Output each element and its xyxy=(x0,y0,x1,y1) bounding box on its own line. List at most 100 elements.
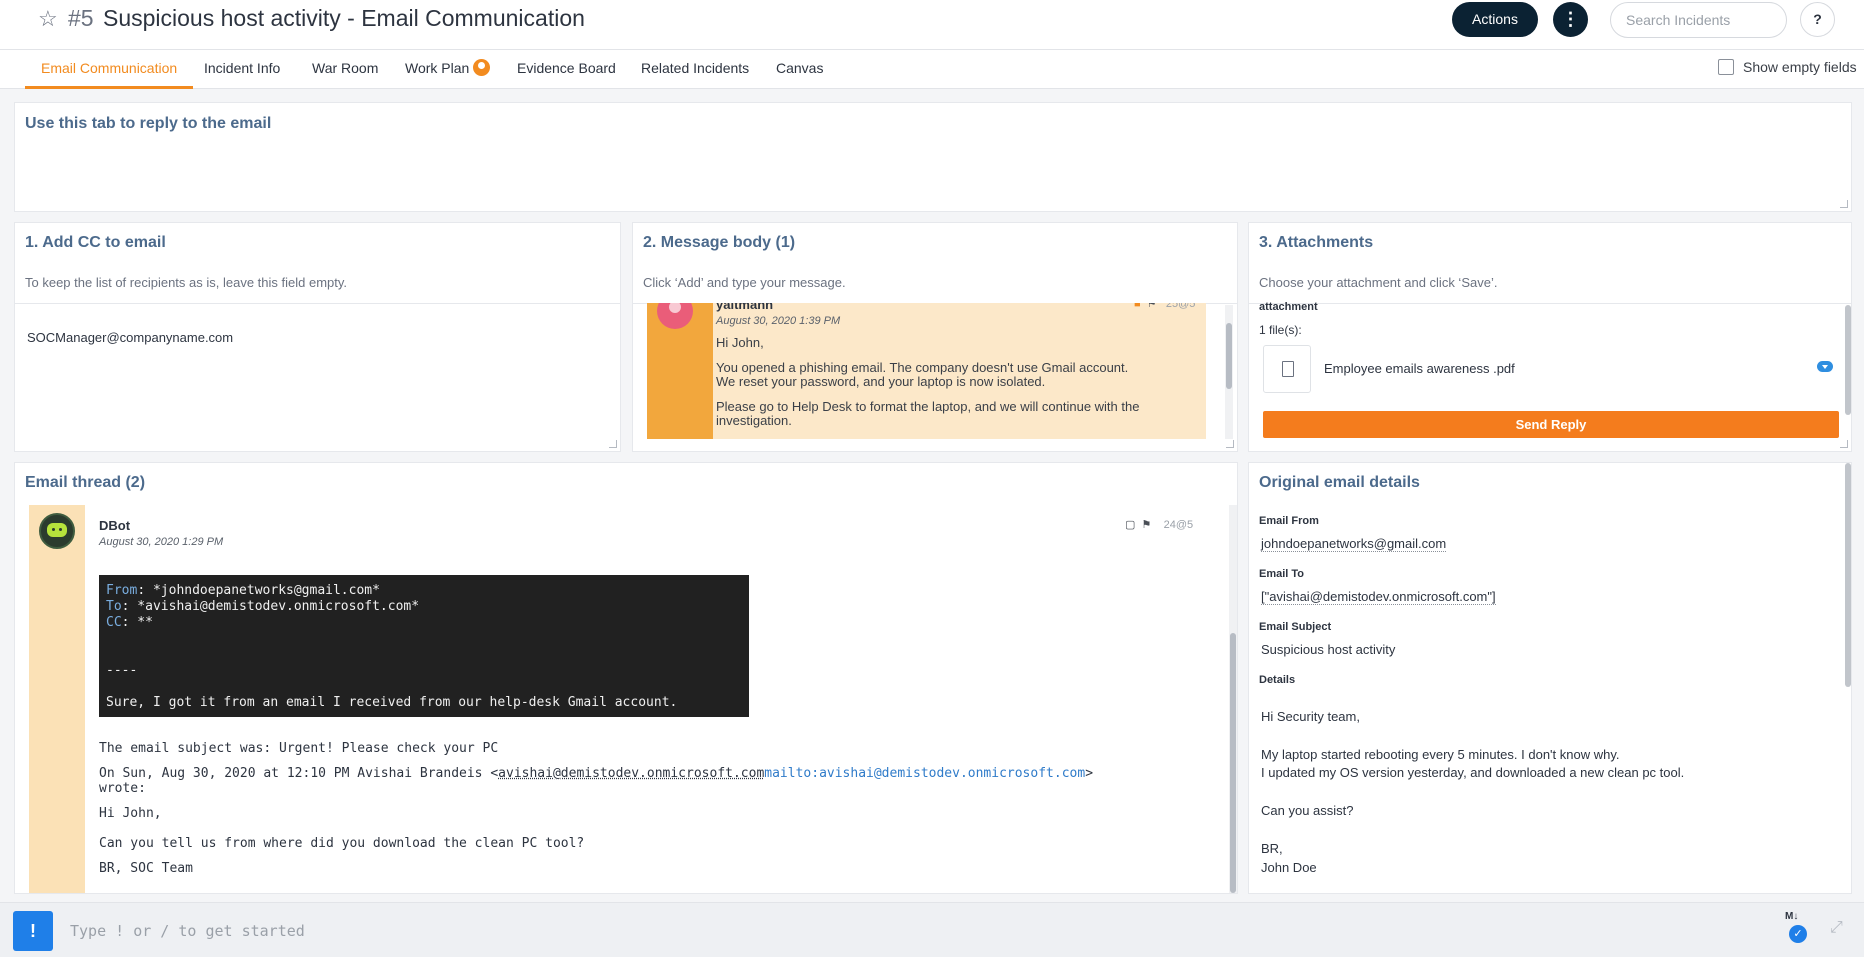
email-thread-panel: Email thread (2) DBot August 30, 2020 1:… xyxy=(14,462,1238,894)
show-empty-fields-label: Show empty fields xyxy=(1743,59,1857,75)
divider xyxy=(1249,303,1851,304)
cc-email-field[interactable]: SOCManager@companyname.com xyxy=(27,330,233,345)
email-to-label: Email To xyxy=(1259,568,1305,580)
pdf-file-icon xyxy=(1263,345,1311,393)
message-entry: yaltmann August 30, 2020 1:39 PM ■ ⚑ 25@… xyxy=(647,303,1213,439)
scrollbar[interactable] xyxy=(1225,305,1233,439)
message-line: We reset your password, and your laptop … xyxy=(716,374,1046,389)
quoted-wrote: wrote: xyxy=(99,781,146,796)
details-line: I updated my OS version yesterday, and d… xyxy=(1261,765,1685,780)
panel-title: 1. Add CC to email xyxy=(25,234,166,251)
entry-actions: ▢ ⚑ 24@5 xyxy=(1125,518,1193,531)
quoted-greeting: Hi John, xyxy=(99,806,162,821)
code-block: From: *johndoepanetworks@gmail.com* To: … xyxy=(99,575,749,717)
scrollbar[interactable] xyxy=(1229,505,1237,893)
tab-bar: Email Communication Incident Info War Ro… xyxy=(0,50,1864,89)
code-line: ---- xyxy=(106,663,138,678)
quoted-suffix: > xyxy=(1085,766,1094,781)
code-key: To xyxy=(106,599,122,614)
resize-handle-icon[interactable] xyxy=(1840,200,1848,208)
panel-title: 2. Message body (1) xyxy=(643,234,796,251)
tab-incident-info[interactable]: Incident Info xyxy=(188,50,296,89)
email-to-value: ["avishai@demistodev.onmicrosoft.com"] xyxy=(1261,589,1496,605)
send-reply-button[interactable]: Send Reply xyxy=(1263,411,1839,438)
quoted-header-line: On Sun, Aug 30, 2020 at 12:10 PM Avishai… xyxy=(99,766,1093,781)
email-to-text: ["avishai@demistodev.onmicrosoft.com"] xyxy=(1261,589,1496,605)
code-value: : ** xyxy=(121,615,153,630)
attachment-file-name[interactable]: Employee emails awareness .pdf xyxy=(1324,361,1515,376)
quoted-question: Can you tell us from where did you downl… xyxy=(99,836,585,851)
code-line: Sure, I got it from an email I received … xyxy=(106,695,678,710)
quoted-signoff: BR, SOC Team xyxy=(99,861,193,876)
command-button[interactable]: ! xyxy=(13,911,53,951)
help-button[interactable]: ? xyxy=(1800,2,1835,37)
message-date: August 30, 2020 1:39 PM xyxy=(716,315,841,327)
message-line: investigation. xyxy=(716,413,792,428)
quoted-email: avishai@demistodev.onmicrosoft.com xyxy=(498,766,765,781)
add-cc-panel: 1. Add CC to email To keep the list of r… xyxy=(14,222,621,452)
resize-handle-icon[interactable] xyxy=(1840,440,1848,448)
resize-handle-icon[interactable] xyxy=(1226,440,1234,448)
panel-subtitle: Click ‘Add’ and type your message. xyxy=(643,275,846,290)
resize-handle-icon[interactable] xyxy=(609,440,617,448)
email-subject-line: The email subject was: Urgent! Please ch… xyxy=(99,741,499,756)
tab-canvas[interactable]: Canvas xyxy=(760,50,839,89)
show-empty-fields-toggle[interactable]: Show empty fields xyxy=(1718,59,1857,75)
command-input[interactable] xyxy=(62,911,1782,951)
details-label: Details xyxy=(1259,674,1296,686)
expand-icon[interactable]: ⤢ xyxy=(1830,919,1843,937)
email-from-label: Email From xyxy=(1259,515,1319,527)
entry-actions: ■ ⚑ 25@5 xyxy=(1134,303,1195,310)
details-line: My laptop started rebooting every 5 minu… xyxy=(1261,747,1620,762)
actions-button[interactable]: Actions xyxy=(1452,2,1538,37)
flag-icon[interactable]: ⚑ xyxy=(1147,303,1157,310)
details-line: John Doe xyxy=(1261,860,1317,875)
panel-subtitle: Choose your attachment and click ‘Save’. xyxy=(1259,275,1498,290)
dbot-avatar-icon xyxy=(39,513,75,549)
markdown-icon[interactable]: M↓ ✓ xyxy=(1785,911,1811,943)
note-icon[interactable]: ▢ xyxy=(1125,519,1135,531)
code-key: CC xyxy=(106,615,122,630)
markdown-label: M↓ xyxy=(1785,911,1799,922)
tab-evidence-board[interactable]: Evidence Board xyxy=(501,50,632,89)
entry-date: August 30, 2020 1:29 PM xyxy=(99,536,224,548)
more-options-icon[interactable]: ⋮ xyxy=(1553,2,1588,37)
search-incidents-input[interactable] xyxy=(1610,2,1787,38)
attachments-panel: 3. Attachments Choose your attachment an… xyxy=(1248,222,1852,452)
tab-war-room[interactable]: War Room xyxy=(296,50,394,89)
user-icon xyxy=(473,59,491,76)
panel-title: Email thread (2) xyxy=(25,474,146,491)
flag-icon[interactable]: ⚑ xyxy=(1142,519,1152,531)
mailto-link[interactable]: mailto:avishai@demistodev.onmicrosoft.co… xyxy=(764,766,1085,781)
panel-subtitle: To keep the list of recipients as is, le… xyxy=(25,275,348,290)
details-line: BR, xyxy=(1261,841,1283,856)
check-icon: ✓ xyxy=(1789,925,1807,943)
attachment-label: attachment xyxy=(1259,301,1318,313)
panel-title: 3. Attachments xyxy=(1259,234,1374,251)
email-subject-value: Suspicious host activity xyxy=(1261,642,1396,657)
email-subject-label: Email Subject xyxy=(1259,621,1332,633)
code-line: To: *avishai@demistodev.onmicrosoft.com* xyxy=(106,599,742,615)
entry-strip xyxy=(29,505,85,893)
panel-title: Original email details xyxy=(1259,474,1420,491)
file-count: 1 file(s): xyxy=(1259,323,1302,337)
code-key: From xyxy=(106,583,138,598)
checkbox-icon[interactable] xyxy=(1718,59,1734,75)
original-email-details-panel: Original email details Email From johndo… xyxy=(1248,462,1852,894)
tab-work-plan[interactable]: Work Plan xyxy=(389,50,506,89)
tab-related-incidents[interactable]: Related Incidents xyxy=(625,50,765,89)
star-icon[interactable]: ☆ xyxy=(38,6,60,32)
details-line: Can you assist? xyxy=(1261,803,1354,818)
scrollbar[interactable] xyxy=(1845,463,1851,687)
divider xyxy=(15,303,620,304)
message-line: Please go to Help Desk to format the lap… xyxy=(716,399,1140,414)
cloud-download-icon[interactable] xyxy=(1817,361,1833,372)
message-line: Hi John, xyxy=(716,335,764,350)
note-icon[interactable]: ■ xyxy=(1134,303,1141,310)
tab-email-communication[interactable]: Email Communication xyxy=(25,50,194,89)
scrollbar[interactable] xyxy=(1845,305,1851,415)
reply-instructions-panel: Use this tab to reply to the email xyxy=(14,102,1852,212)
